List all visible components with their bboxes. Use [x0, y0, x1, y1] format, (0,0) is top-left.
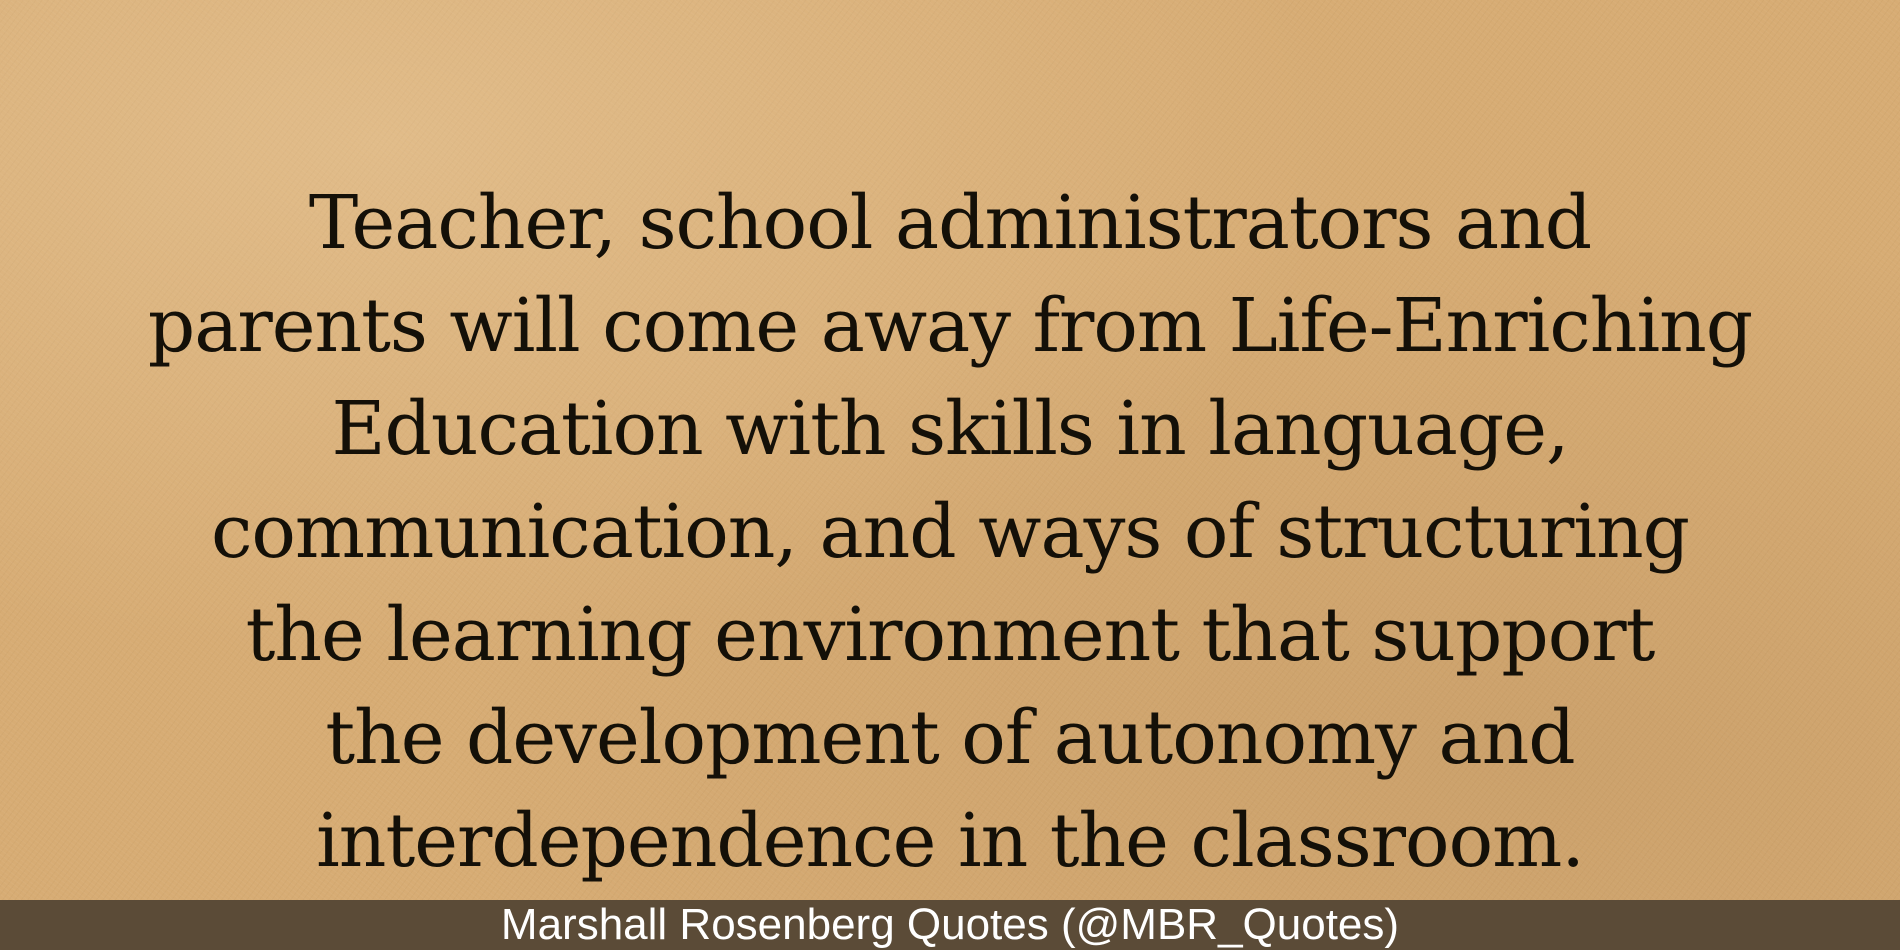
quote-line: the learning environment that support — [245, 592, 1656, 678]
quote-line: the development of autonomy and — [325, 695, 1575, 781]
attribution-text: Marshall Rosenberg Quotes (@MBR_Quotes) — [500, 900, 1400, 949]
attribution-bar: Marshall Rosenberg Quotes (@MBR_Quotes) — [0, 900, 1900, 950]
quote-line: interdependence in the classroom. — [316, 798, 1585, 884]
quote-line: communication, and ways of structuring — [210, 489, 1690, 575]
quote-line: Teacher, school administrators and — [308, 180, 1592, 266]
quote-line: Education with skills in language, — [331, 386, 1569, 472]
quote-text: Teacher, school administrators and paren… — [50, 172, 1850, 893]
quote-line: parents will come away from Life-Enrichi… — [147, 283, 1753, 369]
quote-card: Teacher, school administrators and paren… — [0, 0, 1900, 900]
